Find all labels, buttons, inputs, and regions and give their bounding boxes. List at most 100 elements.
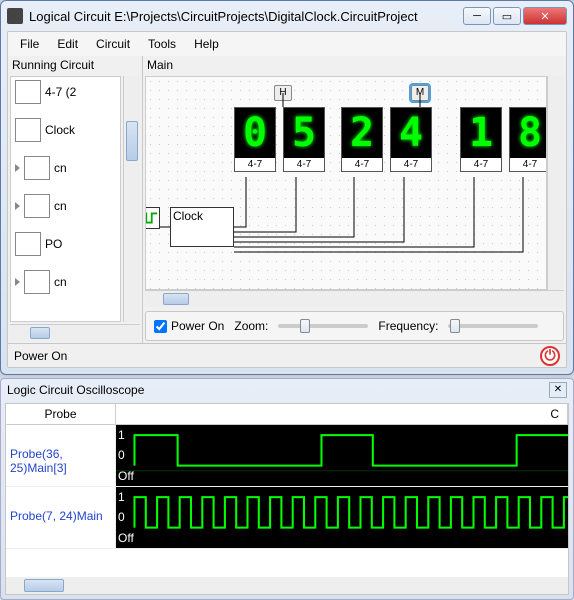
main-panel: Main H M 04-7 54-7 24-7 44-7 14-7 84-7 [143, 56, 566, 343]
circuit-canvas[interactable]: H M 04-7 54-7 24-7 44-7 14-7 84-7 [145, 76, 547, 290]
scrollbar-thumb[interactable] [126, 121, 138, 161]
oscilloscope-row: Probe(36, 25)Main[3] 1 0 Off [6, 425, 568, 487]
controls-bar: Power On Zoom: Frequency: [145, 311, 564, 341]
digit: 1 [461, 108, 501, 158]
component-icon [24, 156, 50, 180]
expand-icon[interactable] [15, 278, 20, 286]
circuit-tree-list[interactable]: 4-7 (2 Clock cn [10, 76, 121, 322]
left-panel: Running Circuit 4-7 (2 Clock [8, 56, 143, 343]
probe-name[interactable]: Probe(7, 24)Main [6, 487, 116, 548]
power-checkbox[interactable]: Power On [154, 319, 224, 333]
tree-item-label: 4-7 (2 [45, 85, 76, 99]
oscilloscope-header: Probe C [6, 404, 568, 425]
power-checkbox-input[interactable] [154, 320, 167, 333]
col-data-header[interactable]: C [116, 404, 568, 424]
pin-m[interactable]: M [411, 85, 429, 101]
seg-label: 4-7 [510, 158, 547, 171]
waveform[interactable]: 1 0 Off [116, 425, 568, 486]
seven-seg-display[interactable]: 14-7 [460, 107, 502, 172]
tree-item-label: PO [45, 237, 62, 251]
expand-icon[interactable] [15, 164, 20, 172]
clock-signal-icon[interactable] [145, 207, 160, 229]
component-icon [15, 80, 41, 104]
seg-label: 4-7 [342, 158, 382, 171]
digit: 0 [235, 108, 275, 158]
seven-seg-display[interactable]: 44-7 [390, 107, 432, 172]
y-labels: 1 0 Off [118, 487, 134, 548]
y-label: 1 [118, 428, 134, 442]
canvas-scrollbar-vertical[interactable] [547, 76, 564, 290]
y-label: Off [118, 469, 134, 483]
probe-name[interactable]: Probe(36, 25)Main[3] [6, 425, 116, 486]
app-icon [7, 8, 23, 24]
zoom-slider[interactable] [278, 324, 368, 328]
seg-label: 4-7 [461, 158, 501, 171]
minimize-button[interactable]: ─ [463, 7, 491, 25]
titlebar[interactable]: Logical Circuit E:\Projects\CircuitProje… [1, 1, 573, 31]
seven-seg-display[interactable]: 84-7 [509, 107, 547, 172]
clock-label: Clock [173, 209, 203, 223]
canvas-scrollbar-horizontal[interactable] [145, 290, 564, 307]
power-button[interactable]: ⏻ [540, 346, 560, 366]
expand-icon[interactable] [15, 202, 20, 210]
scrollbar-thumb[interactable] [30, 327, 50, 339]
client-area: File Edit Circuit Tools Help Running Cir… [7, 31, 567, 368]
menu-file[interactable]: File [12, 34, 47, 54]
close-button[interactable]: ✕ [523, 7, 567, 25]
y-label: 0 [118, 448, 134, 462]
oscilloscope-scrollbar[interactable] [6, 577, 568, 594]
seven-seg-display[interactable]: 24-7 [341, 107, 383, 172]
component-icon [15, 232, 41, 256]
tree-item[interactable]: 4-7 (2 [13, 79, 118, 105]
clock-component[interactable]: Clock [170, 207, 234, 247]
pin-h[interactable]: H [274, 85, 292, 101]
seg-label: 4-7 [391, 158, 431, 171]
oscilloscope-client: Probe C Probe(36, 25)Main[3] 1 0 Off [5, 403, 569, 595]
menu-circuit[interactable]: Circuit [88, 34, 138, 54]
oscilloscope-window: Logic Circuit Oscilloscope ✕ Probe C Pro… [0, 378, 574, 600]
tree-item[interactable]: cn [13, 269, 118, 295]
seven-seg-display[interactable]: 54-7 [283, 107, 325, 172]
y-label: 0 [118, 510, 134, 524]
scrollbar-thumb[interactable] [24, 579, 64, 592]
slider-thumb[interactable] [450, 319, 460, 333]
tree-item-label: cn [54, 161, 67, 175]
digit: 2 [342, 108, 382, 158]
digit: 5 [284, 108, 324, 158]
menu-edit[interactable]: Edit [49, 34, 86, 54]
tree-item-label: cn [54, 275, 67, 289]
seg-label: 4-7 [235, 158, 275, 171]
tree-scrollbar-horizontal[interactable] [10, 324, 140, 341]
tree-item-label: cn [54, 199, 67, 213]
menu-help[interactable]: Help [186, 34, 227, 54]
left-panel-header: Running Circuit [8, 56, 142, 74]
oscilloscope-row: Probe(7, 24)Main 1 0 Off [6, 487, 568, 549]
col-probe-header[interactable]: Probe [6, 404, 116, 424]
tree-item-label: Clock [45, 123, 75, 137]
status-text: Power On [14, 349, 67, 363]
menu-tools[interactable]: Tools [140, 34, 184, 54]
tree-item[interactable]: cn [13, 155, 118, 181]
statusbar: Power On ⏻ [8, 343, 566, 367]
slider-thumb[interactable] [300, 319, 310, 333]
window-title: Logical Circuit E:\Projects\CircuitProje… [29, 9, 463, 24]
oscilloscope-title: Logic Circuit Oscilloscope [7, 383, 549, 397]
seven-seg-display[interactable]: 04-7 [234, 107, 276, 172]
tree-item[interactable]: cn [13, 193, 118, 219]
oscilloscope-close-button[interactable]: ✕ [549, 382, 567, 398]
oscilloscope-titlebar[interactable]: Logic Circuit Oscilloscope ✕ [1, 379, 573, 401]
scrollbar-thumb[interactable] [163, 293, 189, 305]
zoom-label: Zoom: [234, 319, 268, 333]
tree-item[interactable]: Clock [13, 117, 118, 143]
wave-svg [116, 425, 568, 486]
maximize-button[interactable]: ▭ [493, 7, 521, 25]
frequency-slider[interactable] [448, 324, 538, 328]
main-panel-header: Main [143, 56, 566, 74]
tree-item[interactable]: PO [13, 231, 118, 257]
tree-scrollbar-vertical[interactable] [123, 76, 140, 322]
canvas-wrap: H M 04-7 54-7 24-7 44-7 14-7 84-7 [143, 74, 566, 290]
component-icon [15, 118, 41, 142]
circuit-tree: 4-7 (2 Clock cn [8, 74, 142, 324]
waveform[interactable]: 1 0 Off [116, 487, 568, 548]
window-controls: ─ ▭ ✕ [463, 7, 567, 25]
